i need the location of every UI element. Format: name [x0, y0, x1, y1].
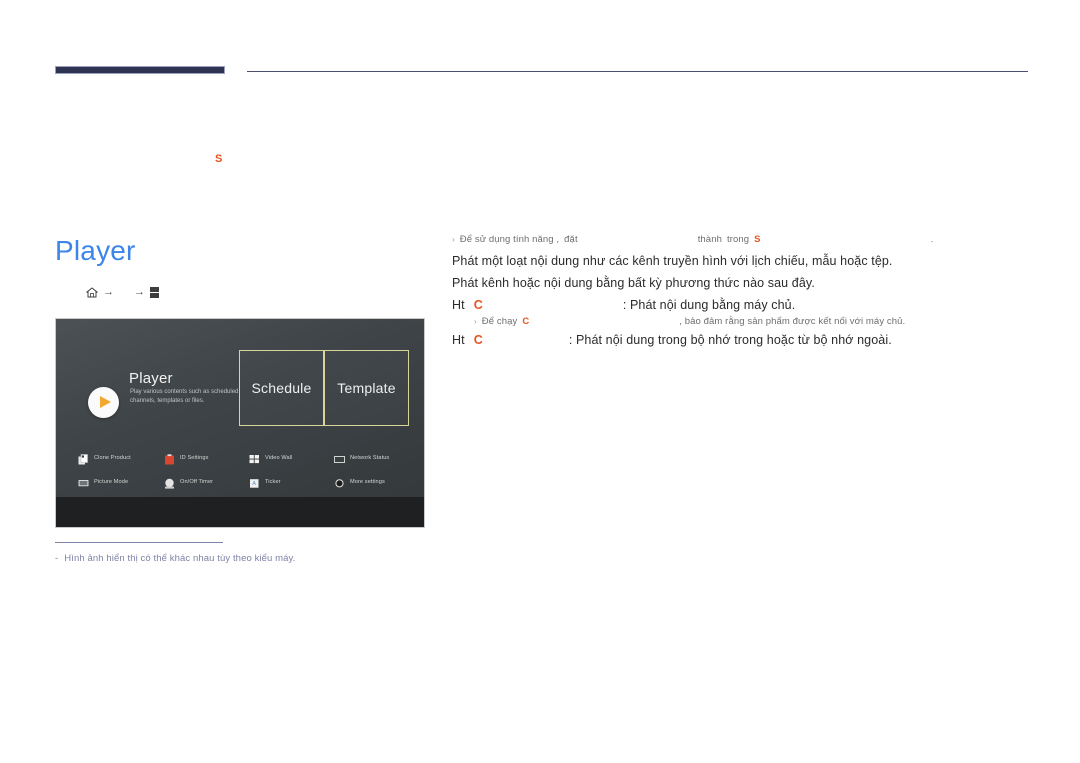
grid-item-video-wall-label: Video Wall: [265, 454, 293, 461]
grid-item-clone-product-label: Clone Product: [94, 454, 131, 461]
tile-schedule[interactable]: Schedule: [239, 350, 324, 426]
svg-text:A: A: [252, 481, 256, 487]
note-part-2: đặt: [564, 234, 578, 245]
grid-item-ticker-label: Ticker: [265, 478, 281, 485]
caption-text: Hình ảnh hiển thị có thể khác nhau tùy t…: [64, 553, 296, 564]
feature-1-prefix: Ht: [452, 298, 465, 312]
video-wall-icon: [249, 452, 260, 464]
home-icon: [86, 287, 98, 298]
grid-item-more-settings[interactable]: More settings: [334, 476, 385, 488]
enter-key-icon: [150, 287, 159, 298]
clone-product-icon: [78, 452, 89, 465]
grid-item-on-off-timer[interactable]: On/Off Timer: [164, 476, 214, 489]
more-settings-icon: [334, 476, 345, 488]
ticker-icon: A: [249, 476, 260, 488]
grid-item-picture-mode-label: Picture Mode: [94, 478, 129, 485]
id-settings-icon: [164, 452, 175, 465]
grid-item-ticker[interactable]: A Ticker: [249, 476, 281, 488]
note-part-4: trong: [726, 234, 750, 245]
sub-note-prefix: Để chạy: [481, 316, 518, 327]
caption-rule: [55, 542, 223, 543]
content-column: › Để sử dụng tính năng , đặt thành trong…: [452, 234, 1012, 351]
grid-item-picture-mode[interactable]: Picture Mode: [78, 476, 128, 487]
header-rule: [247, 71, 1028, 72]
network-status-icon: [334, 452, 345, 463]
grid-item-on-off-timer-label: On/Off Timer: [180, 478, 214, 485]
grid-item-clone-product[interactable]: Clone Product: [78, 452, 131, 465]
feature-1-key: C: [473, 298, 483, 312]
grid-item-network-status[interactable]: Network Status: [334, 452, 389, 463]
header-chapter-mark: S: [215, 153, 223, 165]
paragraph-1: Phát một loạt nội dung như các kênh truy…: [452, 254, 893, 268]
note-bullet: ›: [452, 235, 455, 244]
page-title: Player: [55, 235, 136, 266]
hero-title: Player: [129, 370, 173, 387]
note-highlight: S: [754, 234, 761, 245]
grid-item-id-settings-label: ID Settings: [180, 454, 209, 461]
header-accent-bar: [55, 66, 225, 74]
tile-schedule-label: Schedule: [251, 380, 312, 396]
note-tail: .: [930, 234, 934, 245]
sub-note-bullet: ›: [474, 317, 477, 326]
feature-2-description: : Phát nội dung trong bộ nhớ trong hoặc …: [568, 333, 892, 347]
breadcrumb-arrow-1: →: [103, 286, 114, 298]
picture-mode-icon: [78, 476, 89, 487]
sub-note-description: , bảo đảm rằng sản phẩm được kết nối với…: [679, 316, 906, 327]
feature-line-2: Ht C : Phát nội dung trong bộ nhớ trong …: [452, 333, 1012, 347]
grid-item-video-wall[interactable]: Video Wall: [249, 452, 293, 464]
feature-line-1: Ht C : Phát nội dung bằng máy chủ.: [452, 298, 1012, 312]
breadcrumb: → →: [86, 287, 159, 298]
device-screenshot-panel: Player Play various contents such as sch…: [55, 318, 425, 528]
note-part-1: Để sử dụng tính năng ,: [459, 234, 560, 245]
feature-sub-note: › Để chạy C , bảo đảm rằng sản phẩm được…: [474, 316, 1012, 327]
requirement-note: › Để sử dụng tính năng , đặt thành trong…: [452, 234, 1012, 245]
caption-dash: -: [55, 553, 59, 564]
settings-grid: Clone Product ID Settings Video Wall Net…: [56, 444, 424, 504]
feature-2-key: C: [473, 333, 483, 347]
tile-template[interactable]: Template: [324, 350, 409, 426]
play-icon: [88, 387, 119, 418]
grid-item-network-status-label: Network Status: [350, 454, 390, 461]
screenshot-footer-bar: [56, 497, 424, 527]
paragraph-2: Phát kênh hoặc nội dung bằng bất kỳ phươ…: [452, 276, 815, 290]
grid-item-more-settings-label: More settings: [350, 478, 385, 485]
player-hero-section: Player Play various contents such as sch…: [56, 319, 424, 439]
grid-item-id-settings[interactable]: ID Settings: [164, 452, 209, 465]
tile-template-label: Template: [337, 380, 396, 396]
on-off-timer-icon: [164, 476, 175, 489]
feature-2-prefix: Ht: [452, 333, 465, 347]
feature-1-description: : Phát nội dung bằng máy chủ.: [622, 298, 796, 312]
note-part-3: thành: [697, 234, 722, 245]
sub-note-key: C: [522, 316, 530, 327]
hero-description: Play various contents such as scheduled …: [130, 389, 239, 404]
screenshot-caption: - Hình ảnh hiển thị có thể khác nhau tùy…: [55, 553, 295, 564]
breadcrumb-arrow-2: →: [134, 286, 145, 298]
